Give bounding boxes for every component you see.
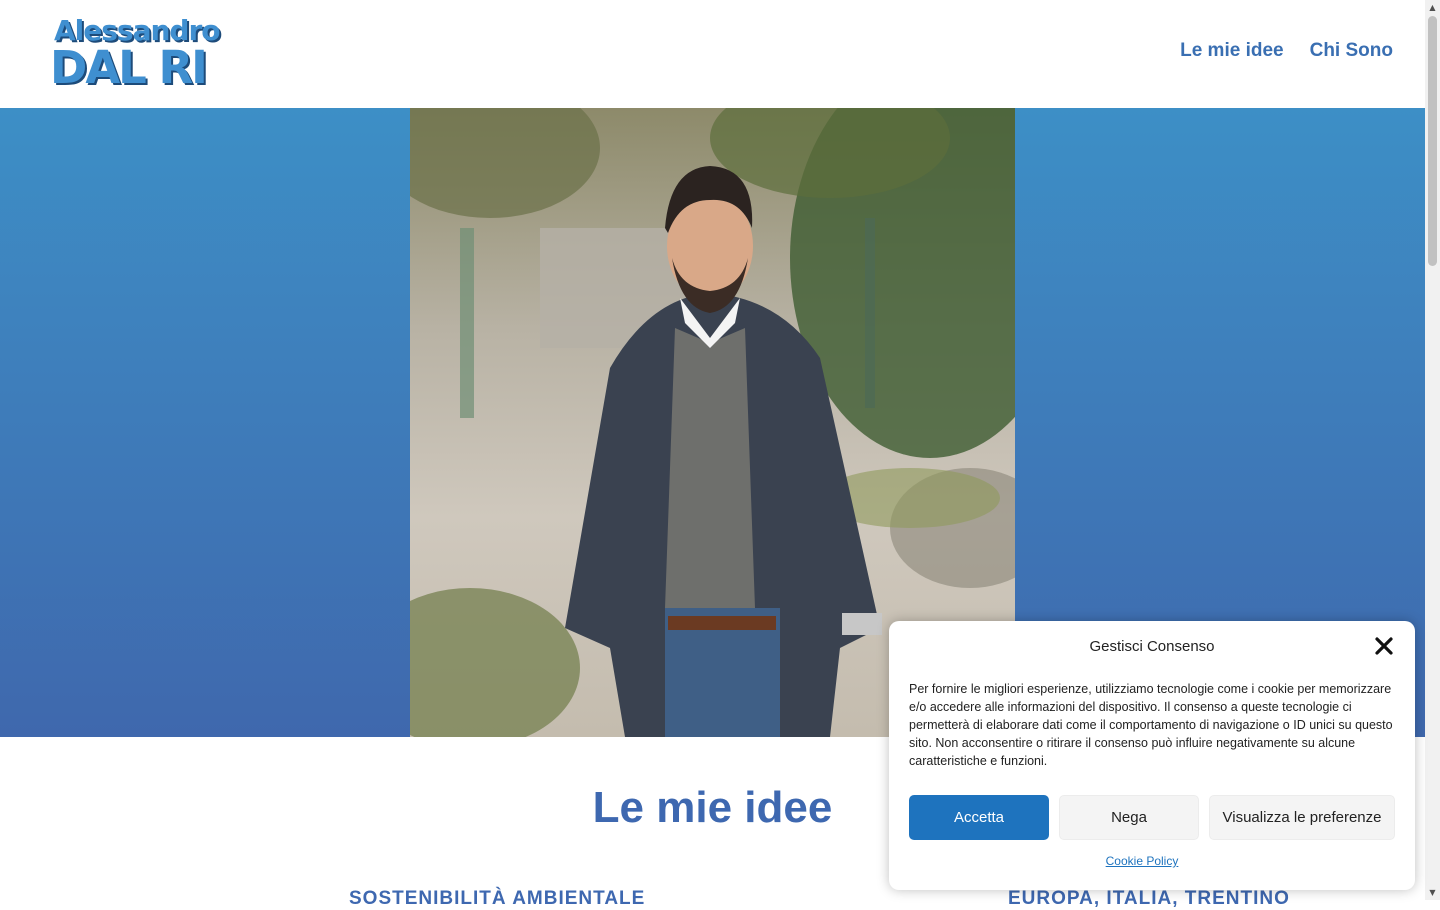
scroll-thumb[interactable]: [1428, 16, 1437, 266]
scroll-down-arrow-icon[interactable]: ▼: [1425, 885, 1440, 900]
close-icon[interactable]: [1373, 635, 1395, 657]
cookie-consent-dialog: Gestisci Consenso Per fornire le miglior…: [889, 621, 1415, 890]
subheading-sostenibilita: SOSTENIBILITÀ AMBIENTALE: [349, 888, 646, 909]
nav-link-chi-sono[interactable]: Chi Sono: [1310, 40, 1393, 62]
cookie-dialog-title: Gestisci Consenso: [1089, 638, 1215, 655]
cookie-policy-link[interactable]: Cookie Policy: [889, 854, 1395, 868]
main-nav: Le mie idee Chi Sono: [1180, 40, 1393, 62]
site-header: Alessandro DAL RI Le mie idee Chi Sono: [0, 0, 1425, 108]
site-logo[interactable]: Alessandro DAL RI: [50, 14, 230, 94]
subheading-europa: EUROPA, ITALIA, TRENTINO: [1008, 888, 1290, 909]
view-preferences-button[interactable]: Visualizza le preferenze: [1209, 795, 1395, 840]
deny-button[interactable]: Nega: [1059, 795, 1199, 840]
scroll-up-arrow-icon[interactable]: ▲: [1425, 0, 1440, 15]
logo-last-name: DAL RI: [50, 41, 208, 94]
nav-link-le-mie-idee[interactable]: Le mie idee: [1180, 40, 1284, 62]
accept-button[interactable]: Accetta: [909, 795, 1049, 840]
cookie-dialog-text: Per fornire le migliori esperienze, util…: [909, 682, 1393, 768]
page-scrollbar[interactable]: ▲ ▼: [1425, 0, 1440, 900]
